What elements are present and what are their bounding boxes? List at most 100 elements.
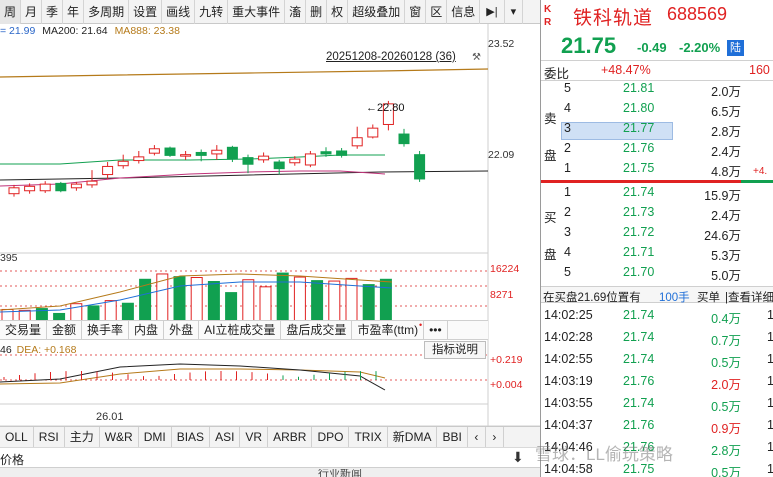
view-detail-link[interactable]: |查看详细 — [725, 289, 773, 305]
candle-body — [24, 185, 36, 192]
bid-row[interactable]: 1 21.74 15.9万 — [541, 183, 773, 203]
toolbar-button[interactable]: 画线 — [162, 0, 196, 24]
toolbar-button[interactable]: 重大事件 — [228, 0, 286, 24]
indicator-tab[interactable]: 市盈率(ttm) • — [352, 321, 425, 340]
volume-bar — [362, 284, 375, 322]
bid-row[interactable]: 3 21.72 24.6万 — [541, 223, 773, 243]
volume-bar — [121, 302, 134, 322]
download-icon[interactable]: ⬇ — [512, 449, 524, 466]
indicator-select-tab[interactable]: BIAS — [172, 427, 211, 447]
indicator-tab[interactable]: 交易量 — [0, 321, 48, 340]
ask-row[interactable]: 1 21.75 4.8万 — [541, 159, 773, 179]
date-axis-label: 26.01 — [96, 411, 124, 423]
level-number: 5 — [564, 265, 571, 279]
indicator-tab-label: 外盘 — [169, 323, 194, 337]
candle-body — [117, 160, 129, 167]
level-number: 1 — [564, 185, 571, 199]
indicator-select-tab[interactable]: DMI — [139, 427, 172, 447]
indicator-tab[interactable]: 外盘 — [164, 321, 200, 340]
indicator-tab[interactable]: 内盘 — [129, 321, 165, 340]
level-price: 21.71 — [623, 245, 655, 259]
ask-row[interactable]: 5 21.81 2.0万 — [541, 79, 773, 99]
indicator-tab[interactable]: 换手率 — [82, 321, 130, 340]
indicator-tab[interactable]: ••• — [424, 321, 448, 340]
level-number: 4 — [564, 245, 571, 259]
last-price: 21.75 — [561, 33, 617, 58]
bid-row[interactable]: 5 21.70 5.0万 — [541, 263, 773, 283]
indicator-tab-label: AI立桩成交量 — [204, 323, 276, 337]
tick-volume: 2.8万 — [711, 444, 741, 458]
level-price: 21.77 — [623, 121, 655, 135]
order-ratio-value: +48.47% — [601, 63, 651, 77]
toolbar-button[interactable]: 区 — [426, 0, 448, 24]
indicator-select-tab[interactable]: 新DMA — [388, 427, 438, 447]
bid-row[interactable]: 2 21.73 2.4万 — [541, 203, 773, 223]
indicator-select-tab[interactable]: W&R — [100, 427, 139, 447]
price-change: -0.49 — [637, 40, 667, 55]
bid-ask-tag: +4. — [753, 166, 768, 177]
kline-chart-svg[interactable] — [0, 24, 540, 454]
stock-connect-badge[interactable]: 陆 — [727, 40, 744, 56]
indicator-select-tab[interactable]: RSI — [34, 427, 65, 447]
toolbar-button[interactable]: 多周期 — [84, 0, 130, 24]
chevron-right-icon[interactable]: ▶| — [480, 0, 505, 24]
toolbar-button[interactable]: 九转 — [195, 0, 229, 24]
toolbar-button[interactable]: 滀 — [285, 0, 307, 24]
level-number: 2 — [564, 141, 571, 155]
volume-bar — [311, 280, 324, 322]
toolbar-button[interactable]: 季 — [42, 0, 64, 24]
tick-row: 14:02:55 21.74 0.5万 1 — [541, 350, 773, 370]
indicator-select-tab[interactable]: ASI — [210, 427, 241, 447]
chevron-right-icon[interactable]: › — [486, 427, 504, 447]
candle-body — [398, 133, 410, 145]
price-axis-mid: 22.09 — [488, 149, 515, 161]
candle-body — [8, 187, 20, 195]
indicator-select-tab[interactable]: OLL — [0, 427, 34, 447]
toolbar-button[interactable]: 月 — [21, 0, 43, 24]
candle-body — [320, 151, 332, 155]
industry-news-label[interactable]: 行业新闻 — [318, 469, 362, 477]
toolbar-button[interactable]: 信息 — [447, 0, 481, 24]
toolbar-button[interactable]: 年 — [63, 0, 85, 24]
chevron-left-icon[interactable]: ‹ — [468, 427, 486, 447]
toolbar-button[interactable]: 超级叠加 — [348, 0, 406, 24]
candle-body — [148, 148, 160, 154]
indicator-tab[interactable]: 盘后成交量 — [281, 321, 353, 340]
lock-icon[interactable]: ⚒ — [472, 52, 481, 63]
candle-body — [273, 161, 285, 170]
indicator-select-tab[interactable]: VR — [240, 427, 269, 447]
toolbar-button[interactable]: 设置 — [129, 0, 163, 24]
indicator-select-tab[interactable]: 主力 — [65, 427, 100, 447]
volume-bar — [104, 300, 117, 322]
tick-time: 14:04:46 — [544, 440, 593, 454]
macd-dea-line — [0, 368, 386, 385]
macd-dif-line — [0, 363, 386, 391]
indicator-tab-label: ••• — [429, 323, 442, 337]
candle-body — [164, 147, 176, 156]
level-number: 3 — [564, 121, 571, 135]
toolbar-button[interactable]: 窗 — [405, 0, 427, 24]
ask-row[interactable]: 4 21.80 6.5万 — [541, 99, 773, 119]
chevron-down-icon[interactable]: ▾ — [505, 0, 524, 24]
bid-row[interactable]: 4 21.71 5.3万 — [541, 243, 773, 263]
date-range-label[interactable]: 20251208-20260128 (36) — [326, 51, 456, 63]
level-number: 2 — [564, 205, 571, 219]
indicator-select-tab[interactable]: DPO — [312, 427, 350, 447]
order-book-buy: 买单 — [697, 292, 720, 304]
level-volume: 2.4万 — [711, 209, 741, 223]
level-price: 21.81 — [623, 81, 655, 95]
ask-row[interactable]: 3 21.77 2.8万 — [541, 119, 773, 139]
ask-row[interactable]: 2 21.76 2.4万 — [541, 139, 773, 159]
indicator-explain-button[interactable]: 指标说明 — [424, 341, 486, 359]
indicator-select-tab[interactable]: ARBR — [268, 427, 313, 447]
indicator-tab[interactable]: AI立桩成交量 — [199, 321, 282, 340]
toolbar-button[interactable]: 周 — [0, 0, 22, 24]
indicator-tab[interactable]: 金额 — [47, 321, 83, 340]
toolbar-button[interactable]: 权 — [327, 0, 349, 24]
level-volume: 5.0万 — [711, 269, 741, 283]
status-left-text: 价格 — [0, 453, 25, 467]
indicator-select-tab[interactable]: BBI — [437, 427, 468, 447]
tick-volume: 0.9万 — [711, 422, 741, 436]
toolbar-button[interactable]: 删 — [306, 0, 328, 24]
indicator-select-tab[interactable]: TRIX — [349, 427, 388, 447]
